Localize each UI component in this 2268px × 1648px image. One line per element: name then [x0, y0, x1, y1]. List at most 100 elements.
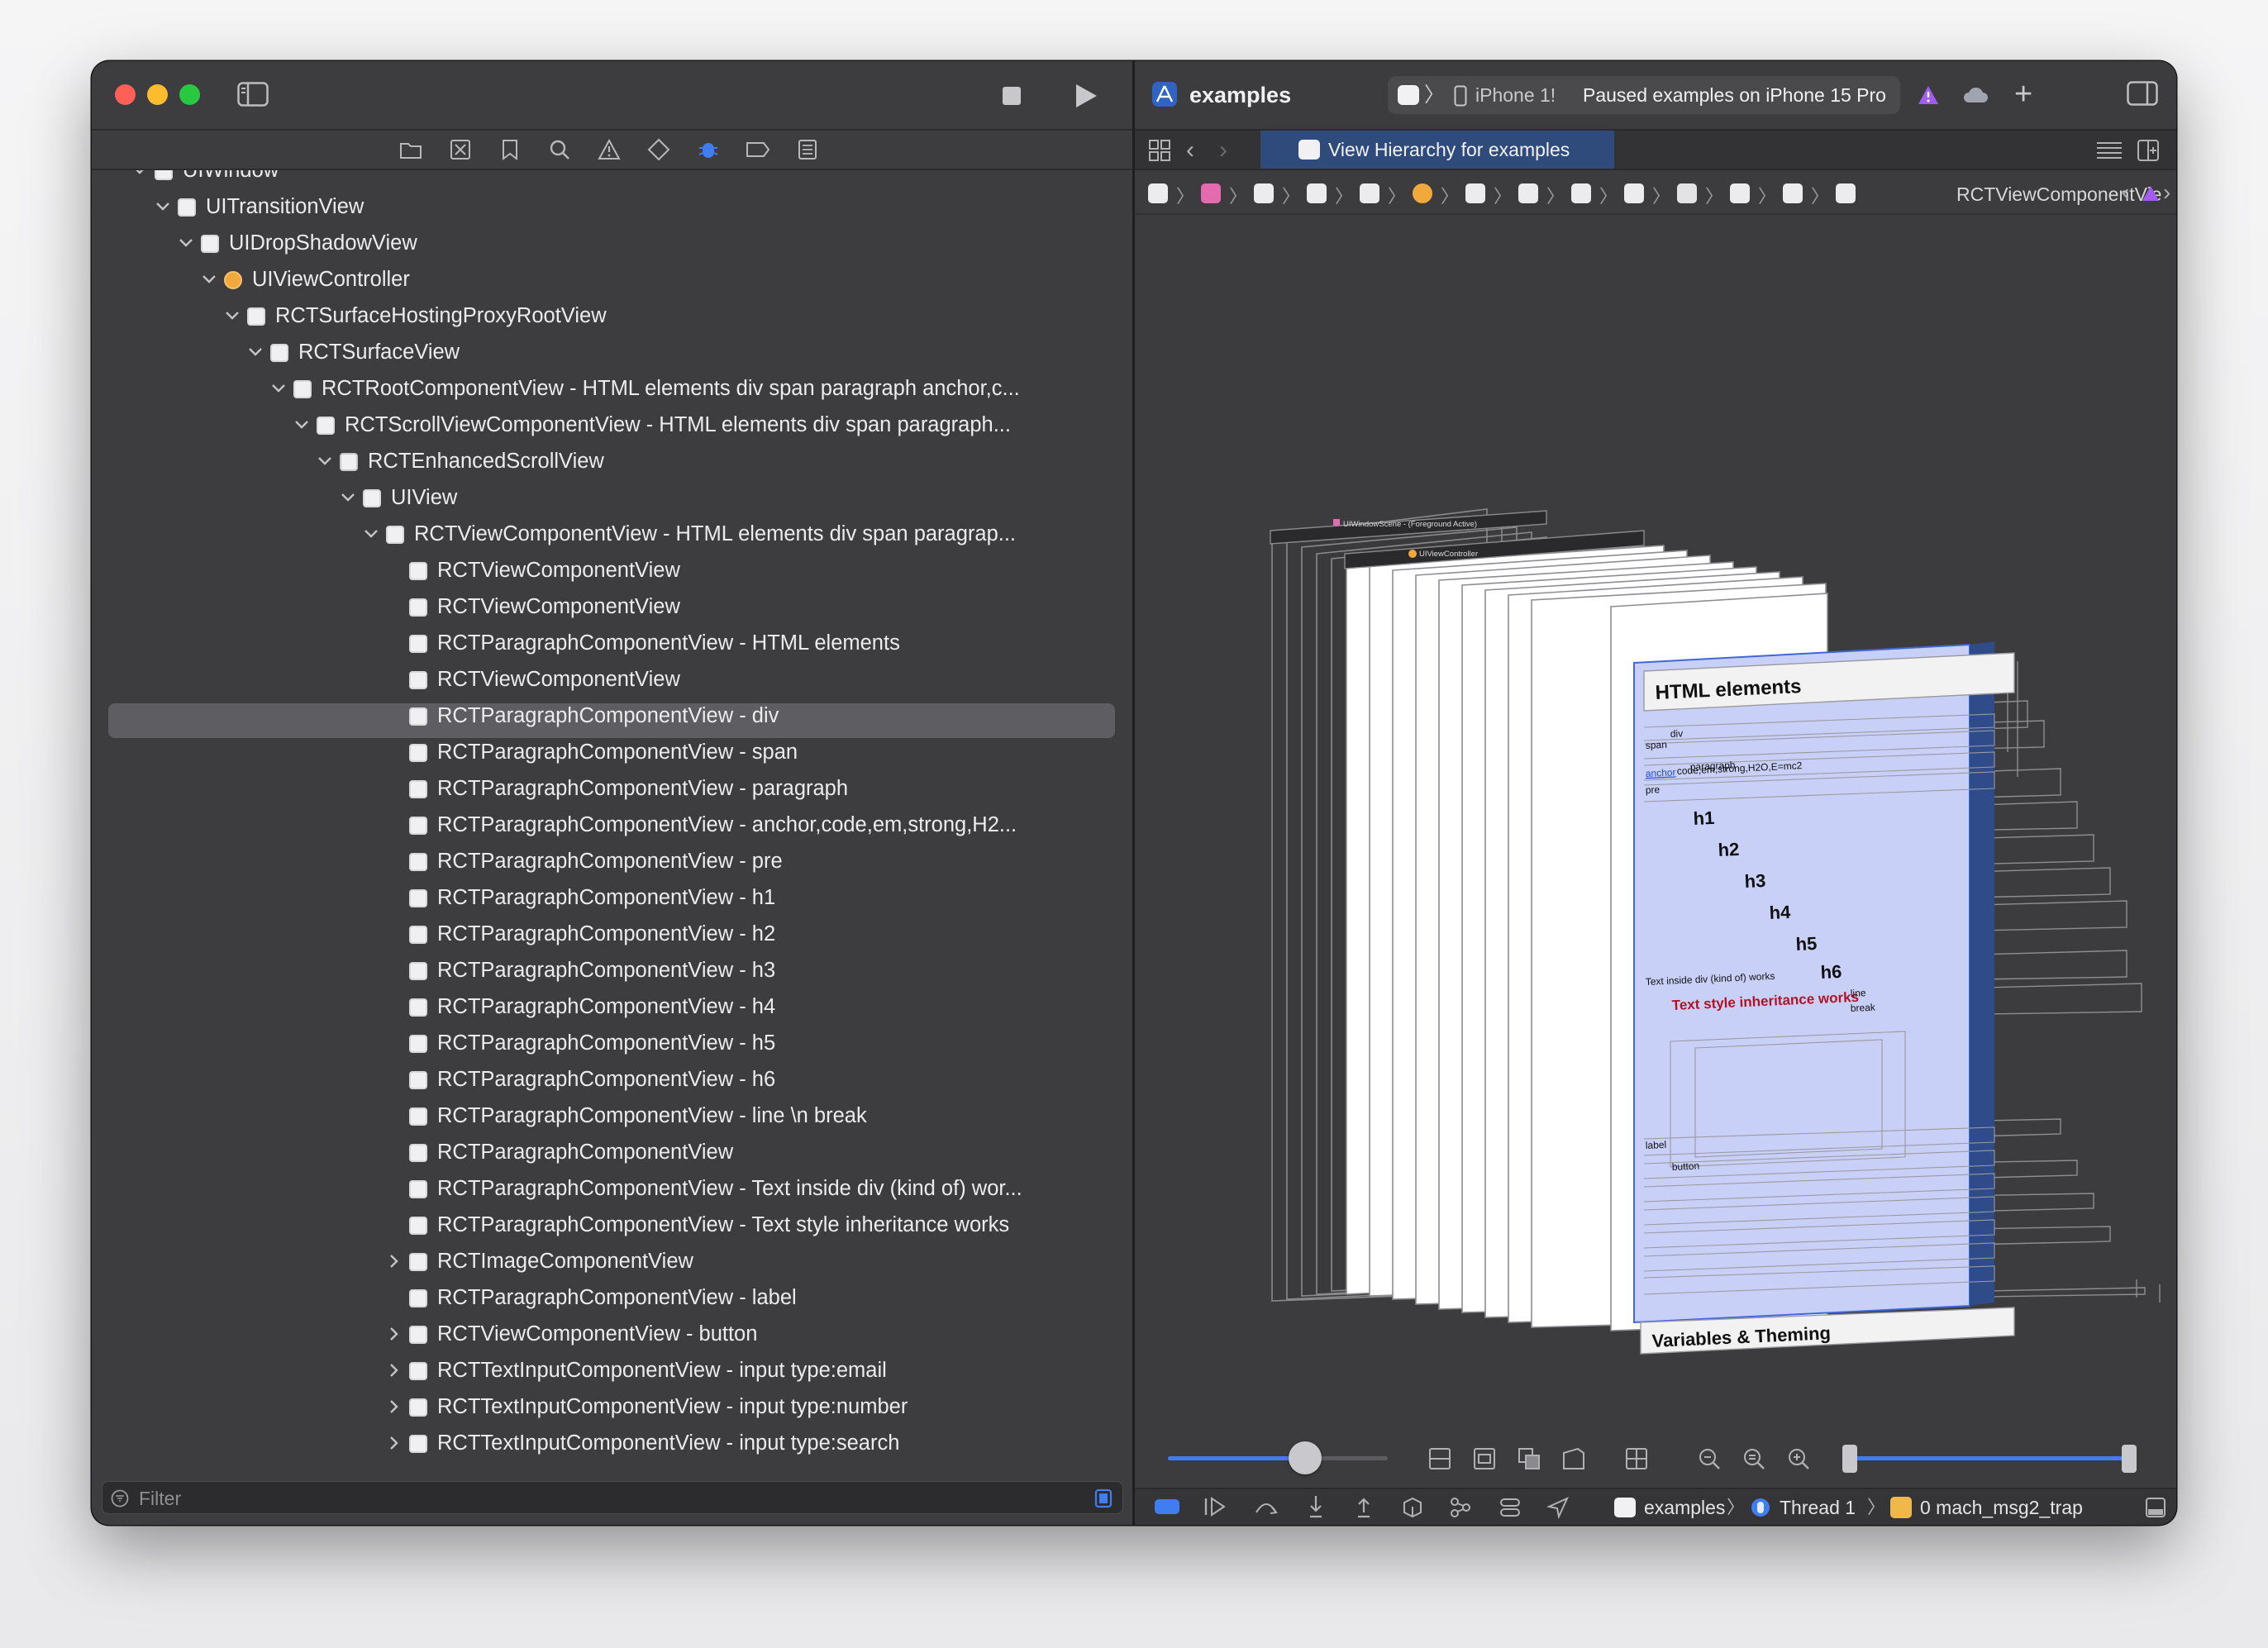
chevron-right-icon[interactable]	[384, 1425, 404, 1461]
chevron-down-icon[interactable]	[361, 516, 381, 552]
environment-overrides-icon[interactable]	[1498, 1496, 1522, 1519]
tree-row[interactable]: RCTParagraphComponentView	[92, 1134, 1133, 1170]
source-control-navigator-icon[interactable]	[446, 136, 475, 164]
issue-navigator-icon[interactable]	[594, 136, 624, 164]
breadcrumb-item-icon[interactable]	[1360, 183, 1379, 203]
tree-row[interactable]: RCTParagraphComponentView - h1	[92, 879, 1133, 916]
chevron-down-icon[interactable]	[153, 188, 173, 225]
breadcrumb-item-icon[interactable]	[1413, 183, 1432, 203]
tree-row[interactable]: RCTParagraphComponentView - div	[92, 698, 1133, 734]
run-icon[interactable]	[1072, 81, 1100, 111]
show-constraints-icon[interactable]	[1472, 1446, 1497, 1471]
app-target-icon[interactable]	[1151, 81, 1178, 107]
chevron-down-icon[interactable]	[176, 225, 196, 261]
spacing-slider-thumb[interactable]	[1289, 1441, 1322, 1474]
tree-row[interactable]: RCTSurfaceView	[92, 334, 1133, 370]
tree-row[interactable]: UIViewController	[92, 261, 1133, 298]
split-editor-icon[interactable]	[2137, 139, 2160, 162]
breadcrumb-item-icon[interactable]	[1201, 183, 1221, 203]
related-items-icon[interactable]	[1148, 139, 1171, 162]
simulate-location-icon[interactable]	[1546, 1496, 1570, 1519]
tree-row[interactable]: UIView	[92, 479, 1133, 516]
tree-row[interactable]: RCTViewComponentView	[92, 552, 1133, 588]
editor-options-icon[interactable]	[2095, 141, 2123, 160]
breadcrumb-item-icon[interactable]	[1571, 183, 1591, 203]
tree-row[interactable]: RCTParagraphComponentView - h4	[92, 988, 1133, 1025]
actual-size-icon[interactable]	[1742, 1446, 1766, 1471]
tree-row[interactable]: RCTParagraphComponentView - anchor,code,…	[92, 807, 1133, 843]
tree-row[interactable]: RCTTextInputComponentView - input type:s…	[92, 1425, 1133, 1461]
bookmark-navigator-icon[interactable]	[495, 136, 525, 164]
chevron-right-icon[interactable]	[384, 1388, 404, 1425]
zoom-window-button[interactable]	[179, 84, 200, 105]
tree-row[interactable]: RCTScrollViewComponentView - HTML elemen…	[92, 407, 1133, 443]
tree-row[interactable]: RCTImageComponentView	[92, 1243, 1133, 1279]
breadcrumb-item-icon[interactable]	[1730, 183, 1750, 203]
breadcrumb-item-icon[interactable]	[1783, 183, 1803, 203]
tree-row[interactable]: RCTParagraphComponentView - label	[92, 1279, 1133, 1316]
chevron-right-icon[interactable]	[384, 1316, 404, 1352]
tree-row[interactable]: RCTParagraphComponentView - HTML element…	[92, 625, 1133, 661]
back-icon[interactable]: ‹	[1186, 137, 1194, 164]
inspector-toggle-icon[interactable]	[2127, 81, 2158, 106]
chevron-down-icon[interactable]	[222, 298, 242, 334]
tree-row[interactable]: UIDropShadowView	[92, 225, 1133, 261]
debug-frame[interactable]: 0 mach_msg2_trap	[1920, 1496, 2083, 1519]
next-issue-icon[interactable]: ›	[2163, 180, 2170, 205]
tree-row[interactable]: RCTTextInputComponentView - input type:n…	[92, 1388, 1133, 1425]
zoom-in-icon[interactable]	[1786, 1446, 1811, 1471]
chevron-down-icon[interactable]	[199, 261, 219, 298]
tree-row[interactable]: RCTParagraphComponentView - h3	[92, 952, 1133, 988]
chevron-down-icon[interactable]	[315, 443, 335, 479]
chevron-down-icon[interactable]	[245, 334, 265, 370]
chevron-right-icon[interactable]	[384, 1352, 404, 1388]
tab-view-hierarchy[interactable]: View Hierarchy for examples	[1260, 131, 1614, 169]
debug-target[interactable]: examples	[1644, 1496, 1725, 1519]
report-navigator-icon[interactable]	[793, 136, 822, 164]
filter-field[interactable]: Filter	[102, 1481, 1123, 1514]
tree-row[interactable]: RCTViewComponentView - HTML elements div…	[92, 516, 1133, 552]
breadcrumb-item-icon[interactable]	[1307, 183, 1327, 203]
tree-row[interactable]: UITransitionView	[92, 188, 1133, 225]
breadcrumb-item-icon[interactable]	[1677, 183, 1697, 203]
breadcrumb-item-icon[interactable]	[1465, 183, 1485, 203]
range-slider-start-handle[interactable]	[1842, 1445, 1857, 1473]
tree-row[interactable]: RCTParagraphComponentView - h6	[92, 1061, 1133, 1098]
tree-row[interactable]: RCTParagraphComponentView - Text style i…	[92, 1207, 1133, 1243]
chevron-right-icon[interactable]	[384, 1243, 404, 1279]
tree-row[interactable]: RCTParagraphComponentView - pre	[92, 843, 1133, 879]
breadcrumb-item-icon[interactable]	[1836, 183, 1856, 203]
tree-row[interactable]: RCTViewComponentView	[92, 588, 1133, 625]
tree-row[interactable]: RCTParagraphComponentView - paragraph	[92, 770, 1133, 807]
show-clipped-icon[interactable]	[1427, 1446, 1452, 1471]
breadcrumb-item-icon[interactable]	[1254, 183, 1274, 203]
breadcrumb-item-icon[interactable]	[1624, 183, 1644, 203]
chevron-down-icon[interactable]	[269, 370, 288, 407]
view-hierarchy-canvas[interactable]: UIWindowScene - (Foreground Active) UIVi…	[1135, 215, 2176, 1488]
find-navigator-icon[interactable]	[545, 136, 574, 164]
forward-icon[interactable]: ›	[1219, 137, 1227, 164]
continue-icon[interactable]	[1203, 1496, 1227, 1517]
tree-row[interactable]: RCTParagraphComponentView - h5	[92, 1025, 1133, 1061]
prev-issue-icon[interactable]: ‹	[2122, 180, 2129, 205]
tree-row[interactable]: RCTParagraphComponentView - Text inside …	[92, 1170, 1133, 1207]
chevron-down-icon[interactable]	[130, 170, 150, 188]
debug-navigator-icon[interactable]	[693, 136, 723, 164]
project-navigator-icon[interactable]	[396, 136, 426, 164]
chevron-down-icon[interactable]	[292, 407, 312, 443]
tree-row[interactable]: UIWindow	[92, 170, 1133, 188]
tree-row[interactable]: RCTParagraphComponentView - span	[92, 734, 1133, 770]
tree-row[interactable]: RCTViewComponentView - button	[92, 1316, 1133, 1352]
step-into-icon[interactable]	[1305, 1494, 1327, 1519]
tree-row[interactable]: RCTViewComponentView	[92, 661, 1133, 698]
close-window-button[interactable]	[115, 84, 136, 105]
breadcrumb-last[interactable]: RCTViewComponentVie	[1956, 183, 2161, 205]
sidebar-toggle-icon[interactable]	[237, 81, 269, 107]
step-out-icon[interactable]	[1353, 1494, 1375, 1519]
stop-icon[interactable]	[999, 83, 1024, 108]
test-navigator-icon[interactable]	[644, 136, 674, 164]
tree-row[interactable]: RCTParagraphComponentView - line \n brea…	[92, 1098, 1133, 1134]
breakpoints-toggle-icon[interactable]	[1155, 1499, 1179, 1514]
tree-row[interactable]: RCTSurfaceHostingProxyRootView	[92, 298, 1133, 334]
step-over-icon[interactable]	[1254, 1496, 1279, 1517]
